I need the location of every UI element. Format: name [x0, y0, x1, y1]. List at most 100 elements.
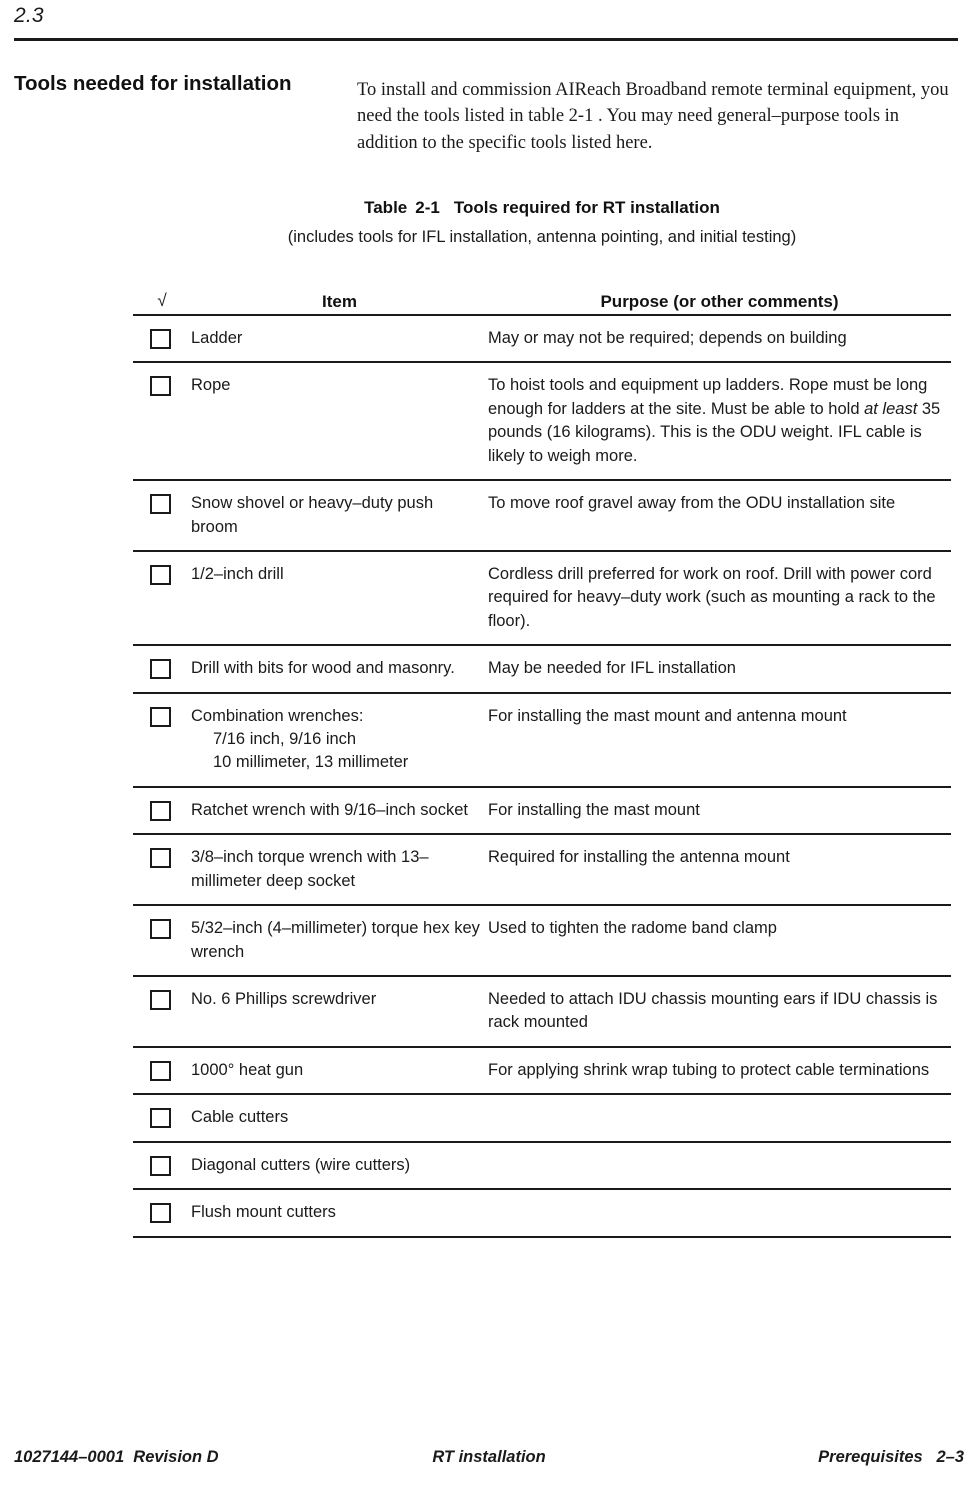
checkbox-cell — [133, 563, 191, 633]
purpose-cell: Needed to attach IDU chassis mounting ea… — [488, 988, 951, 1035]
purpose-cell: For installing the mast mount — [488, 799, 951, 822]
checkbox-icon[interactable] — [150, 659, 171, 680]
checkbox-cell — [133, 1201, 191, 1224]
item-label: 1/2–inch drill — [191, 564, 284, 583]
checkbox-icon[interactable] — [150, 329, 171, 349]
checkbox-icon[interactable] — [150, 800, 171, 821]
purpose-text: For applying shrink wrap tubing to prote… — [488, 1060, 930, 1079]
checkbox-icon[interactable] — [150, 990, 171, 1011]
purpose-emphasis: at least — [864, 399, 918, 418]
table-row: 1000° heat gun For applying shrink wrap t… — [133, 1048, 951, 1093]
item-label: Rope — [191, 376, 231, 395]
purpose-text: Cordless drill preferred for work on roo… — [488, 564, 936, 630]
section-number: 2.3 — [14, 4, 44, 27]
item-cell: 5/32–inch (4–millimeter) torque hex key … — [191, 917, 488, 964]
item-label: 3/8–inch torque wrench with 13–millimete… — [191, 848, 429, 890]
purpose-cell: To hoist tools and equipment up ladders.… — [488, 374, 951, 468]
checkbox-icon[interactable] — [150, 1155, 171, 1176]
purpose-text: For installing the mast mount and antenn… — [488, 706, 847, 725]
column-header-purpose: Purpose (or other comments) — [600, 292, 839, 311]
checkbox-icon[interactable] — [150, 564, 171, 585]
header-divider — [14, 38, 958, 41]
page-title: Tools needed for installation — [14, 71, 292, 95]
item-cell: No. 6 Phillips screwdriver — [191, 988, 488, 1035]
checkbox-cell — [133, 657, 191, 680]
table-row: 1/2–inch drill Cordless drill preferred f… — [133, 552, 951, 644]
page-footer: 1027144–0001 Revision D RT installation … — [0, 1448, 978, 1478]
item-label: 1000° heat gun — [191, 1060, 304, 1079]
table-row: Flush mount cutters — [133, 1190, 951, 1235]
table-row: Ratchet wrench with 9/16–inch socket For … — [133, 788, 951, 833]
purpose-text: May be needed for IFL installation — [488, 659, 736, 678]
purpose-text: For installing the mast mount — [488, 800, 700, 819]
checkbox-cell — [133, 1154, 191, 1177]
table-caption: Table 2-1 Tools required for RT installati… — [133, 198, 951, 218]
purpose-text: To hoist tools and equipment up ladders.… — [488, 376, 928, 418]
table-subcaption: (includes tools for IFL installation, an… — [287, 228, 797, 246]
item-label: Diagonal cutters (wire cutters) — [191, 1155, 411, 1174]
purpose-text: Used to tighten the radome band clamp — [488, 919, 777, 938]
table-rule — [133, 1235, 951, 1238]
item-sub-label: 7/16 inch, 9/16 inch — [213, 730, 357, 749]
checkbox-icon[interactable] — [150, 706, 171, 727]
table-row: Cable cutters — [133, 1095, 951, 1140]
item-label: Ladder — [191, 329, 243, 347]
item-label: No. 6 Phillips screwdriver — [191, 990, 377, 1009]
purpose-cell: May or may not be required; depends on b… — [488, 327, 951, 350]
item-label: 5/32–inch (4–millimeter) torque hex key … — [191, 919, 480, 961]
purpose-cell: Required for installing the antenna moun… — [488, 846, 951, 893]
checkbox-cell — [133, 846, 191, 893]
item-cell: Combination wrenches: 7/16 inch, 9/16 inc… — [191, 705, 488, 775]
item-label: Drill with bits for wood and masonry. — [191, 659, 455, 678]
table-row: No. 6 Phillips screwdriver Needed to atta… — [133, 977, 951, 1046]
footer-page-number: Prerequisites 2–3 — [818, 1448, 964, 1466]
checkbox-icon[interactable] — [150, 919, 171, 940]
purpose-text: Needed to attach IDU chassis mounting ea… — [488, 990, 938, 1032]
table-row: 5/32–inch (4–millimeter) torque hex key … — [133, 906, 951, 975]
table-row: 3/8–inch torque wrench with 13–millimete… — [133, 835, 951, 904]
table-row: Rope To hoist tools and equipment up ladd… — [133, 363, 951, 479]
checkbox-icon[interactable] — [150, 1203, 171, 1224]
checkbox-cell — [133, 917, 191, 964]
checkbox-cell — [133, 1059, 191, 1082]
item-label: Combination wrenches: — [191, 706, 364, 725]
item-label: Cable cutters — [191, 1108, 289, 1127]
purpose-cell — [488, 1154, 951, 1177]
table-caption-title: Tools required for RT installation — [453, 198, 720, 217]
checkbox-icon[interactable] — [150, 848, 171, 869]
column-header-item: Item — [322, 292, 357, 311]
checkbox-cell — [133, 988, 191, 1035]
item-cell: Flush mount cutters — [191, 1201, 488, 1224]
checkbox-cell — [133, 705, 191, 775]
item-cell: Diagonal cutters (wire cutters) — [191, 1154, 488, 1177]
purpose-cell: For installing the mast mount and antenn… — [488, 705, 951, 775]
table-row: Drill with bits for wood and masonry. May… — [133, 646, 951, 691]
section-intro-paragraph: To install and commission AIReach Broadb… — [357, 79, 949, 153]
table-row: Snow shovel or heavy–duty push broom To m… — [133, 481, 951, 550]
column-header-check: √ — [157, 291, 167, 310]
checkbox-cell — [133, 374, 191, 468]
purpose-text: May or may not be required; depends on b… — [488, 329, 847, 347]
checkbox-icon[interactable] — [150, 376, 171, 397]
table-caption-label: Table — [364, 198, 408, 217]
checkbox-cell — [133, 799, 191, 822]
checkbox-cell — [133, 492, 191, 539]
item-cell: Drill with bits for wood and masonry. — [191, 657, 488, 680]
purpose-cell: Cordless drill preferred for work on roo… — [488, 563, 951, 633]
item-label: Snow shovel or heavy–duty push broom — [191, 494, 434, 536]
purpose-cell — [488, 1106, 951, 1129]
checkbox-icon[interactable] — [150, 1108, 171, 1129]
purpose-cell: Used to tighten the radome band clamp — [488, 917, 951, 964]
tools-table: √ Item Purpose (or other comments) Ladde… — [133, 272, 951, 1238]
checkbox-icon[interactable] — [150, 494, 171, 515]
item-cell: 3/8–inch torque wrench with 13–millimete… — [191, 846, 488, 893]
item-cell: Snow shovel or heavy–duty push broom — [191, 492, 488, 539]
item-label: Flush mount cutters — [191, 1203, 336, 1222]
item-cell: Cable cutters — [191, 1106, 488, 1129]
purpose-cell: To move roof gravel away from the ODU in… — [488, 492, 951, 539]
checkbox-icon[interactable] — [150, 1060, 171, 1081]
checkbox-cell — [133, 327, 191, 350]
table-header-row: √ Item Purpose (or other comments) — [133, 272, 951, 314]
item-label: Ratchet wrench with 9/16–inch socket — [191, 800, 468, 819]
purpose-text: Required for installing the antenna moun… — [488, 848, 790, 867]
